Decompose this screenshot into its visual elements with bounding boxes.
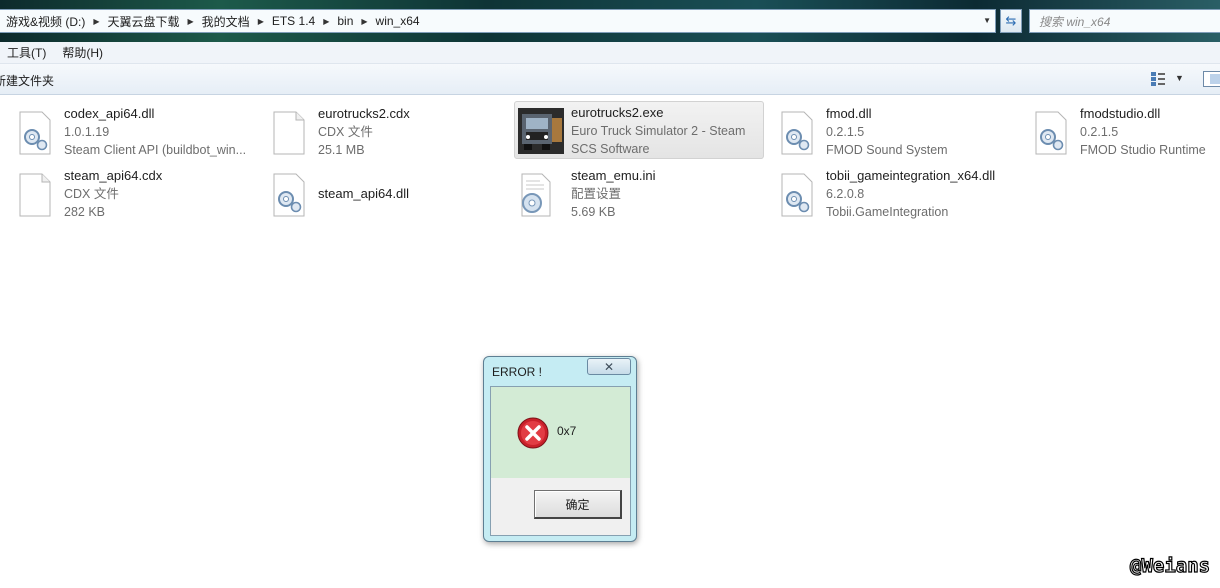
file-name: fmodstudio.dll bbox=[1080, 106, 1161, 121]
file-detail: 282 KB bbox=[64, 205, 106, 219]
error-dialog: ERROR ! ✕ 0x7 确定 bbox=[483, 356, 637, 542]
menu-item-tools[interactable]: 工具(T) bbox=[7, 44, 46, 61]
truck-app-icon bbox=[518, 108, 564, 154]
ok-button-label: 确定 bbox=[565, 497, 590, 512]
file-item-selected[interactable]: eurotrucks2.exe Euro Truck Simulator 2 -… bbox=[514, 101, 764, 159]
dll-gear-icon bbox=[781, 111, 813, 155]
breadcrumb-item[interactable]: 游戏&视频 (D:) bbox=[6, 13, 85, 30]
chevron-right-icon[interactable]: ▶ bbox=[258, 17, 264, 26]
file-detail: 6.2.0.8 bbox=[826, 187, 865, 201]
file-detail: 1.0.1.19 bbox=[64, 125, 110, 139]
file-name: codex_api64.dll bbox=[64, 106, 155, 121]
menu-item-help[interactable]: 帮助(H) bbox=[62, 44, 103, 61]
file-item[interactable]: tobii_gameintegration_x64.dll 6.2.0.8 To… bbox=[776, 164, 1026, 222]
blank-file-icon bbox=[19, 173, 51, 217]
file-name: fmod.dll bbox=[826, 106, 872, 121]
chevron-down-icon[interactable]: ▼ bbox=[1175, 73, 1184, 83]
breadcrumb[interactable]: 游戏&视频 (D:) ▶ 天翼云盘下载 ▶ 我的文档 ▶ ETS 1.4 ▶ b… bbox=[0, 9, 996, 33]
dialog-title: ERROR ! bbox=[492, 365, 543, 379]
file-detail: 5.69 KB bbox=[571, 205, 616, 219]
chevron-right-icon[interactable]: ▶ bbox=[361, 17, 367, 26]
breadcrumb-item[interactable]: 我的文档 bbox=[202, 13, 250, 30]
close-button[interactable]: ✕ bbox=[587, 358, 631, 375]
ok-button[interactable]: 确定 bbox=[534, 490, 622, 519]
file-detail: Tobii.GameIntegration bbox=[826, 205, 949, 219]
file-name: eurotrucks2.exe bbox=[571, 105, 664, 120]
dll-gear-icon bbox=[781, 173, 813, 217]
file-item[interactable]: steam_api64.cdx CDX 文件 282 KB bbox=[14, 164, 264, 222]
menu-bar: 工具(T) 帮助(H) bbox=[0, 42, 1220, 64]
file-detail: CDX 文件 bbox=[64, 187, 119, 201]
file-item[interactable]: fmod.dll 0.2.1.5 FMOD Sound System bbox=[776, 102, 1026, 160]
refresh-button[interactable]: ⇆ bbox=[1000, 9, 1022, 33]
file-detail: SCS Software bbox=[571, 142, 650, 156]
breadcrumb-item[interactable]: ETS 1.4 bbox=[272, 14, 315, 28]
file-detail: 0.2.1.5 bbox=[826, 125, 865, 139]
file-name: steam_api64.cdx bbox=[64, 168, 163, 183]
chevron-right-icon[interactable]: ▶ bbox=[323, 17, 329, 26]
file-item[interactable]: eurotrucks2.cdx CDX 文件 25.1 MB bbox=[268, 102, 518, 160]
chevron-right-icon[interactable]: ▶ bbox=[188, 17, 194, 26]
dll-gear-icon bbox=[19, 111, 51, 155]
file-detail: Euro Truck Simulator 2 - Steam bbox=[571, 124, 746, 138]
close-icon: ✕ bbox=[603, 359, 615, 374]
new-folder-button[interactable]: 新建文件夹 bbox=[0, 72, 54, 89]
breadcrumb-item[interactable]: 天翼云盘下载 bbox=[108, 13, 180, 30]
dll-gear-icon bbox=[1035, 111, 1067, 155]
chevron-down-icon[interactable]: ▼ bbox=[983, 16, 991, 25]
file-detail: 配置设置 bbox=[571, 187, 622, 201]
breadcrumb-item[interactable]: win_x64 bbox=[376, 14, 420, 28]
file-item[interactable]: steam_emu.ini 配置设置 5.69 KB bbox=[514, 164, 764, 222]
file-detail: 0.2.1.5 bbox=[1080, 125, 1119, 139]
file-item[interactable]: codex_api64.dll 1.0.1.19 Steam Client AP… bbox=[14, 102, 264, 160]
watermark: @Weians bbox=[1129, 554, 1211, 577]
file-detail: Steam Client API (buildbot_win... bbox=[64, 143, 247, 157]
refresh-icon: ⇆ bbox=[1005, 13, 1017, 28]
search-input[interactable]: 搜索 win_x64 bbox=[1029, 9, 1220, 33]
dll-gear-icon bbox=[273, 173, 305, 217]
breadcrumb-item[interactable]: bin bbox=[337, 14, 353, 28]
preview-pane-icon[interactable] bbox=[1203, 71, 1220, 87]
error-x-icon bbox=[517, 417, 549, 449]
address-bar-region: 游戏&视频 (D:) ▶ 天翼云盘下载 ▶ 我的文档 ▶ ETS 1.4 ▶ b… bbox=[0, 0, 1220, 42]
file-detail: FMOD Studio Runtime bbox=[1080, 143, 1206, 157]
ini-settings-icon bbox=[521, 173, 551, 217]
file-name: tobii_gameintegration_x64.dll bbox=[826, 168, 996, 183]
dialog-message: 0x7 bbox=[557, 424, 577, 438]
command-bar: 新建文件夹 ▼ bbox=[0, 64, 1220, 95]
file-detail: 25.1 MB bbox=[318, 143, 365, 157]
file-item[interactable]: steam_api64.dll bbox=[268, 164, 518, 222]
chevron-right-icon[interactable]: ▶ bbox=[93, 17, 99, 26]
dialog-body: 0x7 确定 bbox=[490, 386, 631, 536]
file-name: steam_emu.ini bbox=[571, 168, 656, 183]
file-detail: FMOD Sound System bbox=[826, 143, 948, 157]
search-placeholder: 搜索 win_x64 bbox=[1039, 14, 1111, 29]
dialog-message-area: 0x7 bbox=[491, 387, 630, 478]
file-name: eurotrucks2.cdx bbox=[318, 106, 410, 121]
file-item[interactable]: fmodstudio.dll 0.2.1.5 FMOD Studio Runti… bbox=[1030, 102, 1220, 160]
file-name: steam_api64.dll bbox=[318, 186, 410, 201]
view-options-icon[interactable] bbox=[1151, 72, 1165, 86]
blank-file-icon bbox=[273, 111, 305, 155]
file-detail: CDX 文件 bbox=[318, 125, 373, 139]
